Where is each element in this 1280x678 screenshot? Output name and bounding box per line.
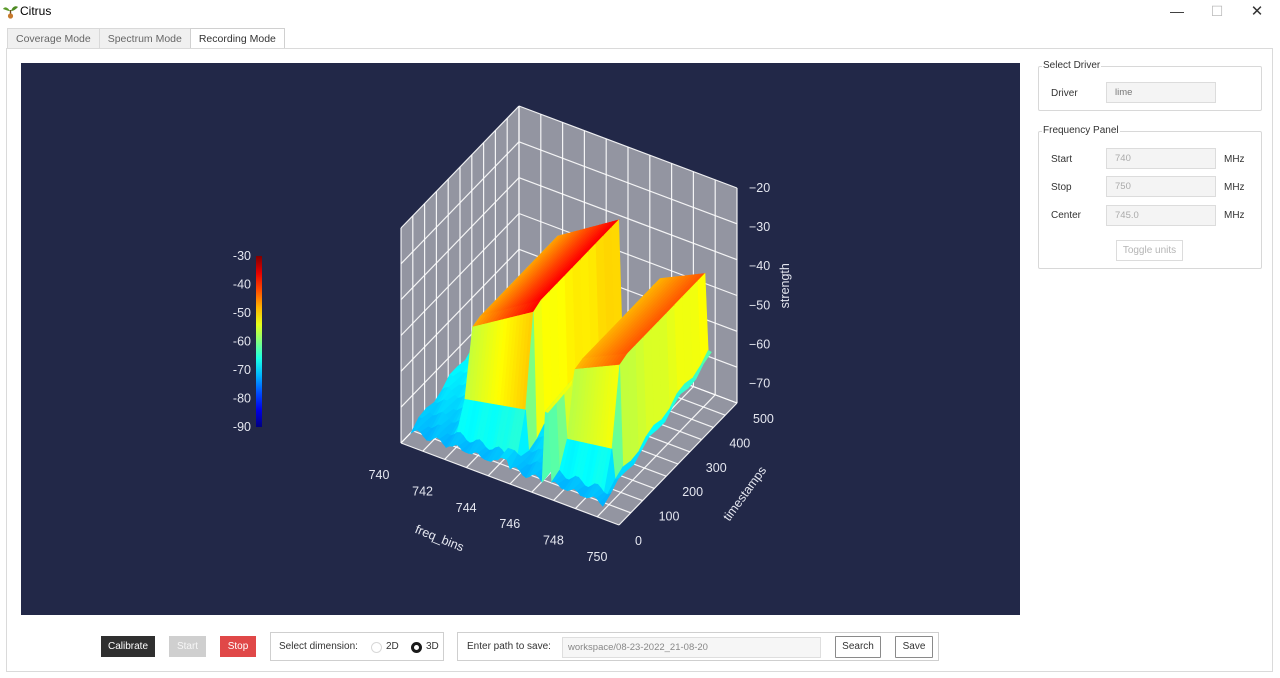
y-tick-label: 0 [635,534,642,548]
y-tick-label: 100 [659,510,680,524]
title-bar: Citrus — ☐ ✕ [0,0,1280,24]
surface-plot[interactable]: 740 742 744 746 748 750 freq_bins 0 100 200 300 400… [21,63,1020,615]
z-tick-label: −20 [749,181,770,195]
colorbar-gradient [256,256,262,427]
radio-2d-label[interactable]: 2D [386,641,399,652]
start-freq-unit: MHz [1224,154,1245,165]
colorbar-tick-label: -80 [233,392,251,406]
z-tick-label: −50 [749,298,770,312]
app-title: Citrus [20,4,52,18]
radio-2d[interactable] [371,642,382,653]
z-tick-label: −70 [749,376,770,390]
toggle-units-button[interactable]: Toggle units [1116,240,1183,261]
radio-3d[interactable] [411,642,422,653]
save-path-group: Enter path to save: Search Save [457,632,939,661]
select-driver-title: Select Driver [1042,60,1102,71]
z-tick-label: −60 [749,337,770,351]
maximize-button[interactable]: ☐ [1198,0,1236,22]
colorbar-tick-label: -60 [233,335,251,349]
surface-plot-svg[interactable]: 740 742 744 746 748 750 freq_bins 0 100200300400… [21,63,1020,615]
y-axis-title: timestamps [720,464,769,524]
radio-3d-label[interactable]: 3D [426,641,439,652]
frequency-panel-title: Frequency Panel [1042,125,1120,136]
y-tick-label: 200 [682,485,703,499]
stop-freq-unit: MHz [1224,182,1245,193]
z-axis-title: strength [778,263,792,308]
search-button[interactable]: Search [835,636,881,658]
center-freq-unit: MHz [1224,210,1245,221]
x-tick-label: 744 [456,501,477,515]
close-icon: ✕ [1250,3,1264,20]
minimize-icon: — [1170,3,1184,19]
center-freq-input[interactable] [1106,205,1216,226]
stop-freq-label: Stop [1051,182,1072,193]
colorbar: -30 -40 -50 -60 -70 -80 -90 [233,249,262,434]
dimension-selector: Select dimension: 2D 3D [270,632,444,661]
colorbar-tick-label: -30 [233,249,251,263]
start-freq-input[interactable] [1106,148,1216,169]
y-tick-label: 500 [753,412,774,426]
stop-button[interactable]: Stop [220,636,256,657]
start-freq-label: Start [1051,154,1073,165]
dimension-label: Select dimension: [279,641,358,652]
center-freq-label: Center [1051,210,1082,221]
sprout-icon [3,6,18,19]
stop-freq-input[interactable] [1106,176,1216,197]
z-tick-label: −30 [749,220,770,234]
y-tick-label: 300 [706,461,727,475]
colorbar-tick-label: -40 [233,278,251,292]
x-tick-label: 740 [369,468,390,482]
x-axis-title: freq_bins [413,522,466,554]
save-path-input[interactable] [562,637,821,658]
maximize-icon: ☐ [1210,2,1224,19]
colorbar-tick-label: -50 [233,306,251,320]
driver-label: Driver [1051,88,1078,99]
x-tick-label: 742 [412,484,433,498]
x-tick-label: 746 [499,517,520,531]
tab-coverage-mode[interactable]: Coverage Mode [7,28,100,49]
x-tick-label: 750 [587,550,608,564]
calibrate-button[interactable]: Calibrate [101,636,155,657]
driver-input[interactable] [1106,82,1216,103]
close-button[interactable]: ✕ [1238,0,1276,22]
tab-spectrum-mode[interactable]: Spectrum Mode [98,28,191,49]
save-path-label: Enter path to save: [467,641,551,652]
start-button[interactable]: Start [169,636,206,657]
minimize-button[interactable]: — [1158,0,1196,22]
colorbar-tick-label: -70 [233,363,251,377]
z-tick-label: −40 [749,259,770,273]
mode-tabs: Coverage Mode Spectrum Mode Recording Mo… [7,28,285,50]
tab-recording-mode[interactable]: Recording Mode [189,28,285,50]
x-tick-label: 748 [543,534,564,548]
save-button[interactable]: Save [895,636,933,658]
y-tick-label: 400 [729,436,750,450]
colorbar-tick-label: -90 [233,420,251,434]
